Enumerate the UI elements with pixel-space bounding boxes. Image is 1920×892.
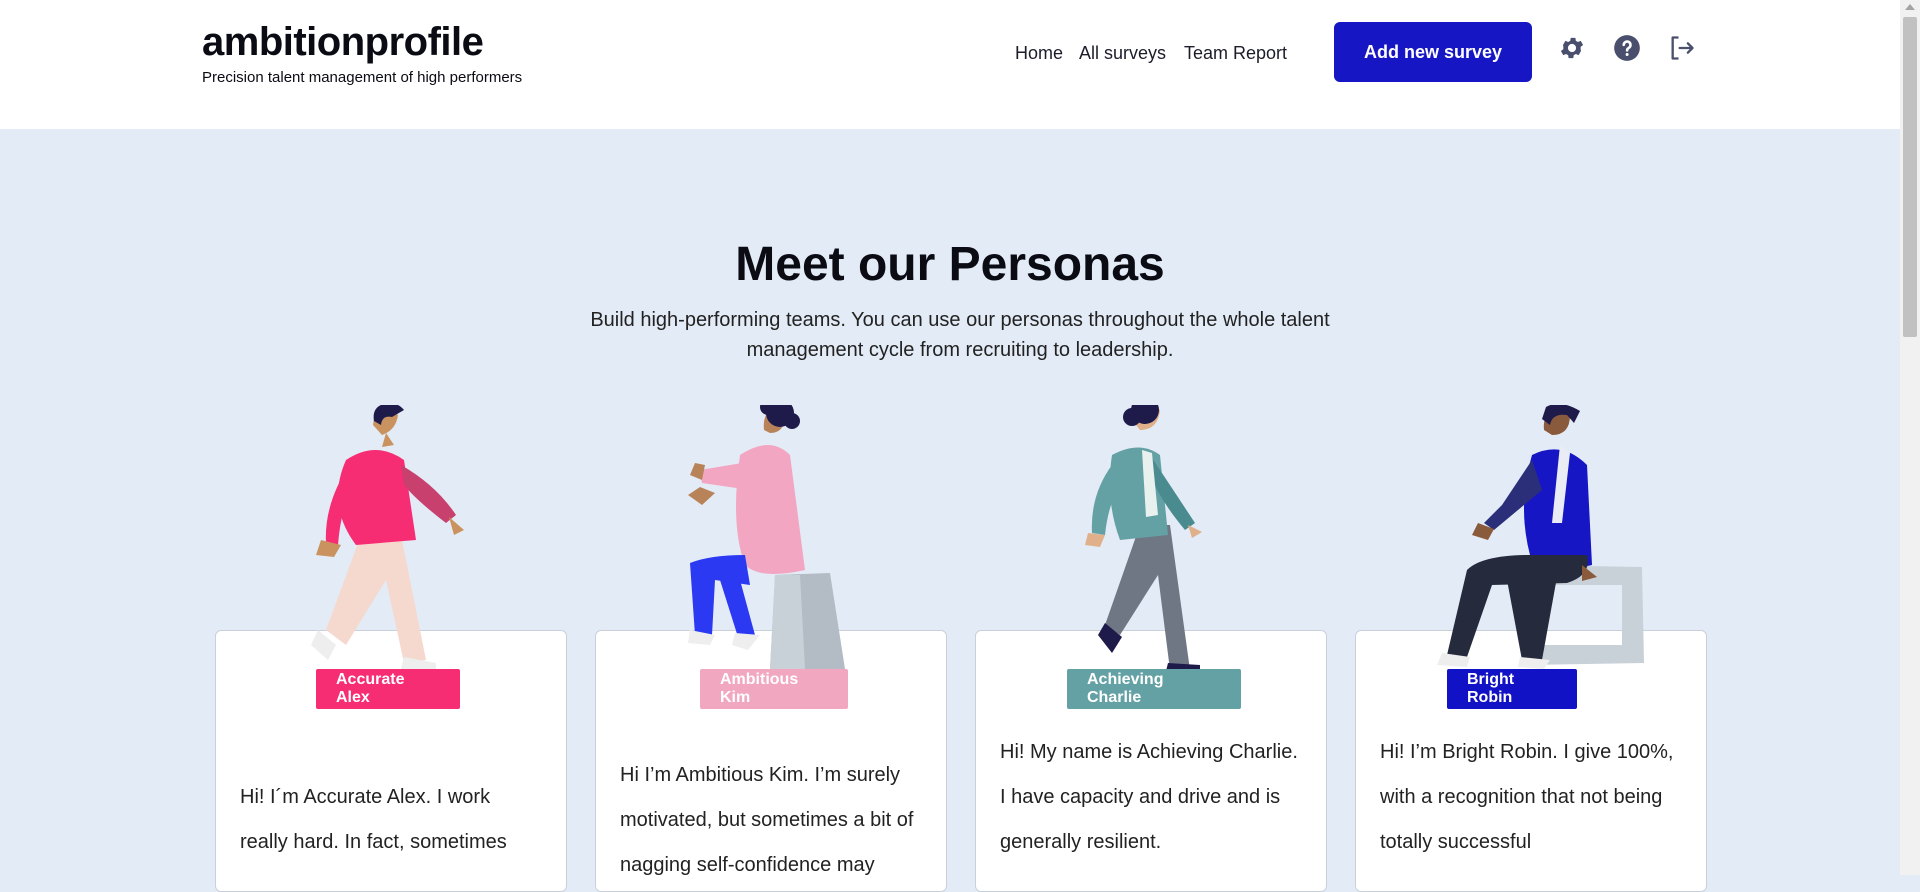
section-subtitle: Build high-performing teams. You can use… [590,309,1330,361]
nav-all-surveys-link[interactable]: All surveys [1079,43,1166,65]
nav-home-link[interactable]: Home [1015,43,1063,65]
question-circle-icon[interactable] [1613,34,1641,62]
nav-team-report-link[interactable]: Team Report [1184,43,1287,65]
scrollbar-thumb[interactable] [1903,17,1917,337]
persona-description-charlie: Hi! My name is Achieving Charlie. I have… [1000,741,1298,853]
scroll-up-arrow[interactable] [1905,4,1915,10]
persona-description-kim: Hi I’m Ambitious Kim. I’m surely motivat… [620,764,914,876]
persona-description-robin: Hi! I’m Bright Robin. I give 100%, with … [1380,741,1674,853]
section-title: Meet our Personas [735,238,1165,291]
persona-illustration-robin [1437,405,1644,669]
brand-tagline: Precision talent management of high perf… [202,69,523,86]
logout-icon[interactable] [1668,34,1696,62]
persona-badge-robin[interactable]: Bright Robin [1447,669,1577,709]
persona-illustration-charlie [1085,405,1202,670]
gear-icon[interactable] [1558,34,1586,62]
persona-badge-charlie[interactable]: Achieving Charlie [1067,669,1241,709]
top-header: ambitionprofile Precision talent managem… [0,0,1900,129]
persona-illustration-alex [311,405,464,669]
persona-description-alex: Hi! I´m Accurate Alex. I work really har… [240,786,507,853]
persona-illustration-kim [688,405,845,669]
add-new-survey-button[interactable]: Add new survey [1334,22,1532,82]
brand-logo-text[interactable]: ambitionprofile [202,20,484,65]
persona-badge-alex[interactable]: Accurate Alex [316,669,460,709]
persona-badge-kim[interactable]: Ambitious Kim [700,669,848,709]
